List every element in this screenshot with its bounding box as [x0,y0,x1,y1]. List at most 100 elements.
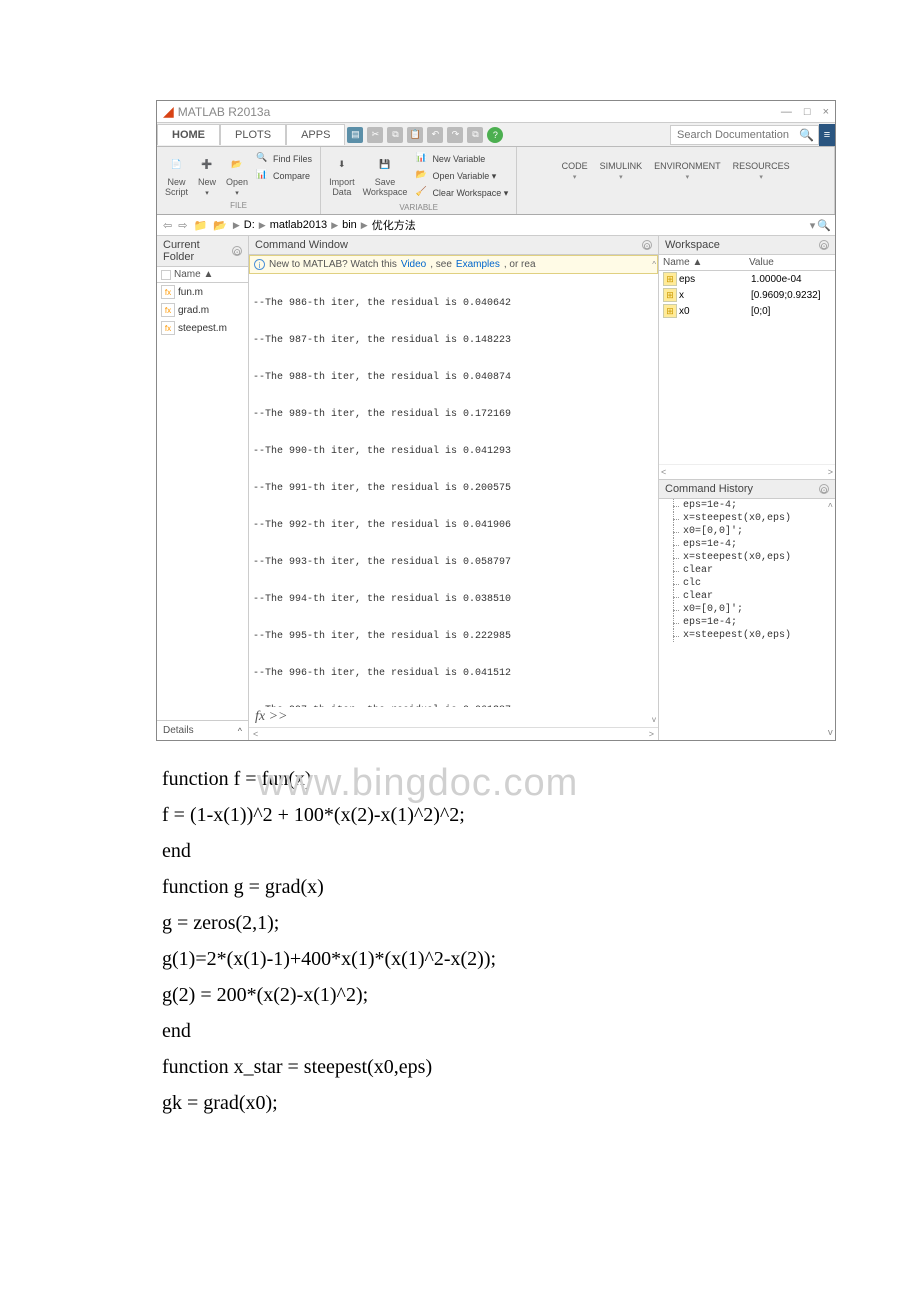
history-item[interactable]: x=steepest(x0,eps) [659,512,835,525]
history-item[interactable]: eps=1e-4; [659,538,835,551]
maximize-button[interactable]: □ [804,106,811,118]
resources-group[interactable]: RESOURCES▾ [731,159,792,183]
copy-icon[interactable]: ⧉ [387,127,403,143]
tab-home[interactable]: HOME [157,124,220,145]
save-workspace-button[interactable]: 💾Save Workspace [361,151,410,199]
output-line: --The 993-th iter, the residual is 0.058… [253,555,654,570]
compare-button[interactable]: 📊Compare [254,168,314,184]
search-documentation[interactable]: 🔍 [670,125,819,145]
matlab-logo-icon: ◢ [163,103,174,120]
history-item[interactable]: clear [659,590,835,603]
file-item[interactable]: fxfun.m [157,283,248,301]
open-variable-button[interactable]: 📂Open Variable ▾ [413,168,510,184]
output-line: --The 992-th iter, the residual is 0.041… [253,518,654,533]
workspace-header: Name ▲ Value [659,255,835,271]
path-part[interactable]: matlab2013 [270,219,328,231]
path-search-icon[interactable]: 🔍 [817,219,831,232]
pane-menu-icon[interactable]: ⊙ [232,246,242,256]
search-input[interactable] [675,128,795,142]
command-history-title: Command History⊙ [659,480,835,499]
undo-icon[interactable]: ↶ [427,127,443,143]
paste-icon[interactable]: 📋 [407,127,423,143]
new-variable-button[interactable]: 📊New Variable [413,151,510,167]
environment-group[interactable]: ENVIRONMENT▾ [652,159,723,183]
tab-apps[interactable]: APPS [286,124,345,145]
toolbar-menu-icon[interactable]: ≡ [819,124,835,146]
minimize-button[interactable]: — [781,106,792,118]
history-item[interactable]: eps=1e-4; [659,616,835,629]
var-icon: ⊞ [663,288,677,302]
history-item[interactable]: clc [659,577,835,590]
workspace-title: Workspace⊙ [659,236,835,255]
code-line: end [162,833,764,869]
clear-workspace-button[interactable]: 🧹Clear Workspace ▾ [413,185,510,201]
search-icon[interactable]: 🔍 [799,128,814,142]
scroll-down-icon[interactable]: v [828,728,833,738]
file-item[interactable]: fxsteepest.m [157,319,248,337]
output-line: --The 995-th iter, the residual is 0.222… [253,629,654,644]
path-drive[interactable]: D: [244,219,255,231]
file-item[interactable]: fxgrad.m [157,301,248,319]
history-item[interactable]: x0=[0,0]'; [659,525,835,538]
close-button[interactable]: × [823,106,829,118]
redo-icon[interactable]: ↷ [447,127,463,143]
output-line: --The 988-th iter, the residual is 0.040… [253,370,654,385]
browse-folder-icon[interactable]: 📂 [211,219,229,232]
find-files-button[interactable]: 🔍Find Files [254,151,314,167]
variable-group-label: VARIABLE [399,201,438,212]
mfile-icon: fx [161,285,175,299]
simulink-group[interactable]: SIMULINK▾ [598,159,645,183]
output-line: --The 989-th iter, the residual is 0.172… [253,407,654,422]
history-item[interactable]: x=steepest(x0,eps) [659,629,835,642]
new-button[interactable]: ➕New▾ [194,151,220,199]
history-item[interactable]: eps=1e-4; [659,499,835,512]
pane-menu-icon[interactable]: ⊙ [642,240,652,250]
ribbon: 📄New Script ➕New▾ 📂Open▾ 🔍Find Files 📊Co… [157,147,835,215]
command-window-pane[interactable]: Command Window⊙ i New to MATLAB? Watch t… [249,236,659,740]
switch-windows-icon[interactable]: ⧉ [467,127,483,143]
output-line: --The 990-th iter, the residual is 0.041… [253,444,654,459]
cf-name-column[interactable]: Name ▲ [157,267,248,283]
file-group-label: FILE [230,199,247,210]
code-group[interactable]: CODE▾ [560,159,590,183]
import-data-button[interactable]: ⬇Import Data [327,151,357,199]
ws-variable[interactable]: ⊞eps1.0000e-04 [659,271,835,287]
current-folder-title: Current Folder⊙ [157,236,248,267]
pane-menu-icon[interactable]: ⊙ [819,484,829,494]
up-folder-icon[interactable]: 📁 [191,219,209,232]
open-button[interactable]: 📂Open▾ [224,151,250,199]
code-line: function x_star = steepest(x0,eps) [162,1049,764,1085]
ws-variable[interactable]: ⊞x0[0;0] [659,303,835,319]
code-line: f = (1-x(1))^2 + 100*(x(2)-x(1)^2)^2; [162,797,764,833]
current-folder-pane: Current Folder⊙ Name ▲ fxfun.m fxgrad.m … [157,236,249,740]
new-script-button[interactable]: 📄New Script [163,151,190,199]
history-item[interactable]: x=steepest(x0,eps) [659,551,835,564]
help-icon[interactable]: ? [487,127,503,143]
ws-variable[interactable]: ⊞x[0.9609;0.9232] [659,287,835,303]
tab-plots[interactable]: PLOTS [220,124,286,145]
ribbon-tabs: HOME PLOTS APPS ▤ ✂ ⧉ 📋 ↶ ↷ ⧉ ? 🔍 ≡ [157,123,835,147]
ws-name-col[interactable]: Name ▲ [659,255,745,270]
examples-link[interactable]: Examples [456,259,500,270]
workspace-pane: Workspace⊙ Name ▲ Value ⊞eps1.0000e-04 ⊞… [659,236,835,480]
command-history-pane: Command History⊙ ^ eps=1e-4; x=steepest(… [659,480,835,740]
path-dropdown-icon[interactable]: ▾ [810,219,816,232]
command-prompt[interactable]: fx >> [249,707,658,727]
scroll-up-icon[interactable]: ^ [652,260,656,269]
video-link[interactable]: Video [401,259,426,270]
path-part[interactable]: 优化方法 [372,217,416,233]
cut-icon[interactable]: ✂ [367,127,383,143]
code-line: g(2) = 200*(x(2)-x(1)^2); [162,977,764,1013]
details-pane[interactable]: Details^ [157,720,248,740]
output-line: --The 987-th iter, the residual is 0.148… [253,333,654,348]
scroll-down-icon[interactable]: v [652,715,656,724]
save-icon[interactable]: ▤ [347,127,363,143]
path-part[interactable]: bin [342,219,357,231]
history-item[interactable]: clear [659,564,835,577]
back-icon[interactable]: ⇦ [161,219,174,232]
code-line: end [162,1013,764,1049]
pane-menu-icon[interactable]: ⊙ [819,240,829,250]
forward-icon[interactable]: ⇨ [176,219,189,232]
ws-value-col[interactable]: Value [745,255,778,270]
history-item[interactable]: x0=[0,0]'; [659,603,835,616]
